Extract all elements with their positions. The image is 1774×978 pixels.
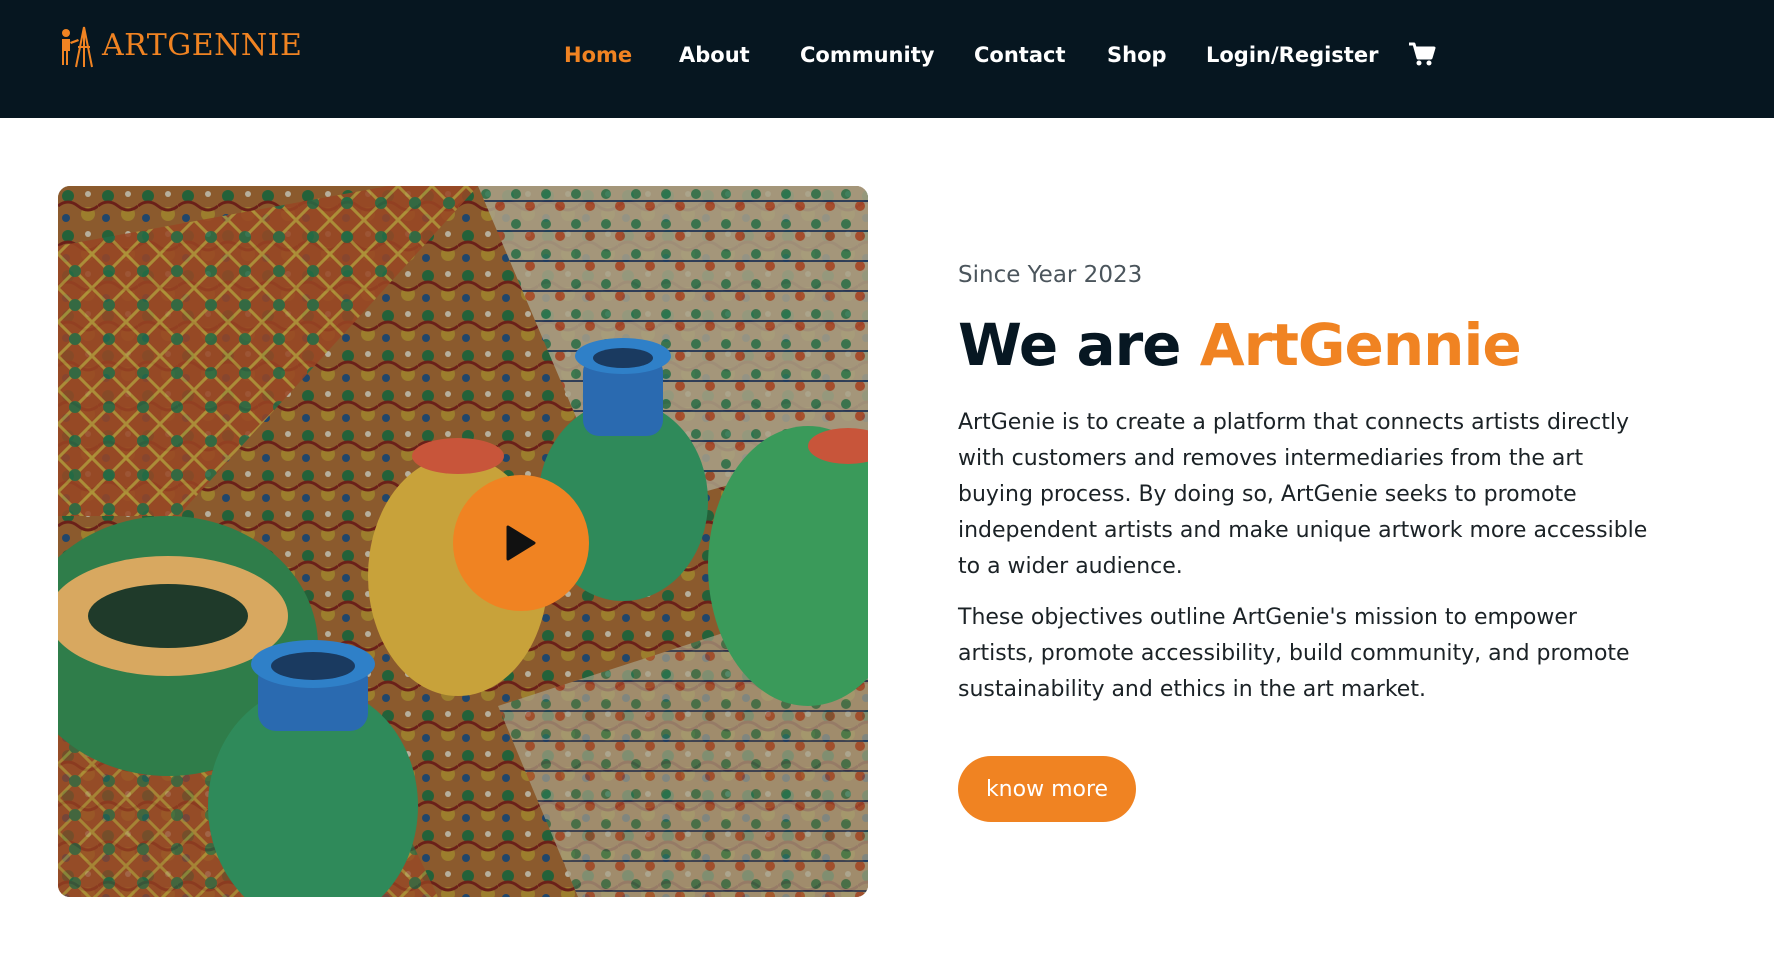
headline-accent: ArtGennie xyxy=(1199,311,1522,379)
know-more-button[interactable]: know more xyxy=(958,756,1136,822)
nav-shop[interactable]: Shop xyxy=(1107,38,1167,72)
shopping-cart-icon[interactable] xyxy=(1408,42,1436,68)
nav-contact[interactable]: Contact xyxy=(974,38,1066,72)
play-button[interactable] xyxy=(453,475,589,611)
nav-community[interactable]: Community xyxy=(800,38,934,72)
play-icon xyxy=(506,525,536,561)
nav-home[interactable]: Home xyxy=(564,38,632,72)
nav-about[interactable]: About xyxy=(679,38,750,72)
main-nav: Home About Community Contact Shop Login/… xyxy=(0,38,1774,72)
since-year-text: Since Year 2023 xyxy=(958,262,1143,288)
headline-prefix: We are xyxy=(958,311,1200,379)
site-header: ARTGENNIE Home About Community Contact S… xyxy=(0,0,1774,118)
nav-login-register[interactable]: Login/Register xyxy=(1206,38,1378,72)
hero-description: ArtGenie is to create a platform that co… xyxy=(958,410,1648,579)
hero-headline: We are ArtGennie xyxy=(958,308,1522,382)
hero-video-thumbnail[interactable] xyxy=(58,186,868,897)
hero-objectives: These objectives outline ArtGenie's miss… xyxy=(958,605,1630,702)
